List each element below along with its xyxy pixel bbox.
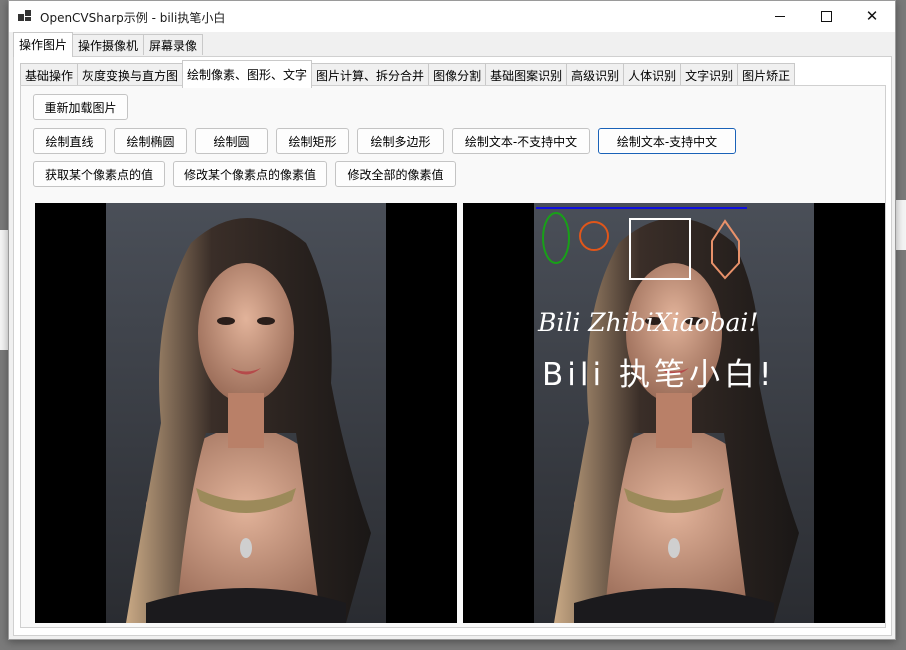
draw-circle-button[interactable]: 绘制圆: [195, 128, 268, 154]
window-title: OpenCVSharp示例 - bili执笔小白: [40, 11, 226, 25]
draw-tab-panel: 重新加载图片 绘制直线 绘制椭圆 绘制圆 绘制矩形 绘制多边形 绘制文本-不支持…: [20, 85, 886, 628]
tab-image-segmentation[interactable]: 图像分割: [428, 63, 487, 85]
get-pixel-value-button[interactable]: 获取某个像素点的值: [33, 161, 165, 187]
source-image-box[interactable]: [35, 203, 457, 623]
background-window-edge-right: [896, 200, 906, 250]
drawn-text-chinese: Bili 执笔小白!: [542, 357, 775, 393]
tab-basic-pattern-recognition[interactable]: 基础图案识别: [485, 63, 568, 85]
drawn-text-latin: Bili ZhibiXiaobai!: [537, 308, 758, 337]
minimize-button[interactable]: [757, 1, 803, 32]
maximize-icon: [820, 11, 832, 22]
set-all-pixels-button[interactable]: 修改全部的像素值: [335, 161, 456, 187]
reload-image-button[interactable]: 重新加载图片: [33, 94, 128, 120]
tab-screen-record[interactable]: 屏幕录像: [143, 34, 204, 55]
tab-draw-pixels-shapes-text[interactable]: 绘制像素、图形、文字: [182, 60, 313, 88]
close-button[interactable]: ✕: [849, 1, 895, 32]
maximize-button[interactable]: [803, 1, 849, 32]
main-tab-strip: 操作图片 操作摄像机 屏幕录像: [13, 32, 204, 57]
tab-text-recognition[interactable]: 文字识别: [680, 63, 739, 85]
tab-grayscale-histogram[interactable]: 灰度变换与直方图: [77, 63, 184, 85]
tab-human-recognition[interactable]: 人体识别: [623, 63, 682, 85]
background-window-edge: [0, 230, 8, 350]
tab-advanced-recognition[interactable]: 高级识别: [566, 63, 625, 85]
result-image-box[interactable]: Bili ZhibiXiaobai! Bili 执笔小白!: [463, 203, 885, 623]
app-icon: [18, 10, 32, 22]
draw-polygon-button[interactable]: 绘制多边形: [357, 128, 444, 154]
draw-line-button[interactable]: 绘制直线: [33, 128, 106, 154]
title-bar[interactable]: OpenCVSharp示例 - bili执笔小白 ✕: [9, 1, 895, 32]
close-icon: ✕: [865, 7, 879, 25]
app-window: OpenCVSharp示例 - bili执笔小白 ✕ 操作图片 操作摄像机 屏幕…: [8, 0, 896, 640]
set-pixel-value-button[interactable]: 修改某个像素点的像素值: [173, 161, 327, 187]
sub-tab-strip: 基础操作 灰度变换与直方图 绘制像素、图形、文字 图片计算、拆分合并 图像分割 …: [20, 60, 796, 88]
portrait-result-image: Bili ZhibiXiaobai! Bili 执笔小白!: [534, 203, 814, 623]
tab-camera-ops[interactable]: 操作摄像机: [72, 34, 145, 55]
minimize-icon: [775, 16, 785, 17]
portrait-image: [106, 203, 386, 623]
draw-text-chinese-button[interactable]: 绘制文本-支持中文: [598, 128, 736, 154]
draw-ellipse-button[interactable]: 绘制椭圆: [114, 128, 187, 154]
tab-basic-ops[interactable]: 基础操作: [20, 63, 79, 85]
draw-rectangle-button[interactable]: 绘制矩形: [276, 128, 349, 154]
draw-text-no-chinese-button[interactable]: 绘制文本-不支持中文: [452, 128, 590, 154]
main-tab-panel: 基础操作 灰度变换与直方图 绘制像素、图形、文字 图片计算、拆分合并 图像分割 …: [13, 56, 892, 636]
tab-image-ops[interactable]: 操作图片: [13, 32, 74, 57]
tab-image-calc-split-merge[interactable]: 图片计算、拆分合并: [311, 63, 430, 85]
tab-image-correction[interactable]: 图片矫正: [737, 63, 796, 85]
